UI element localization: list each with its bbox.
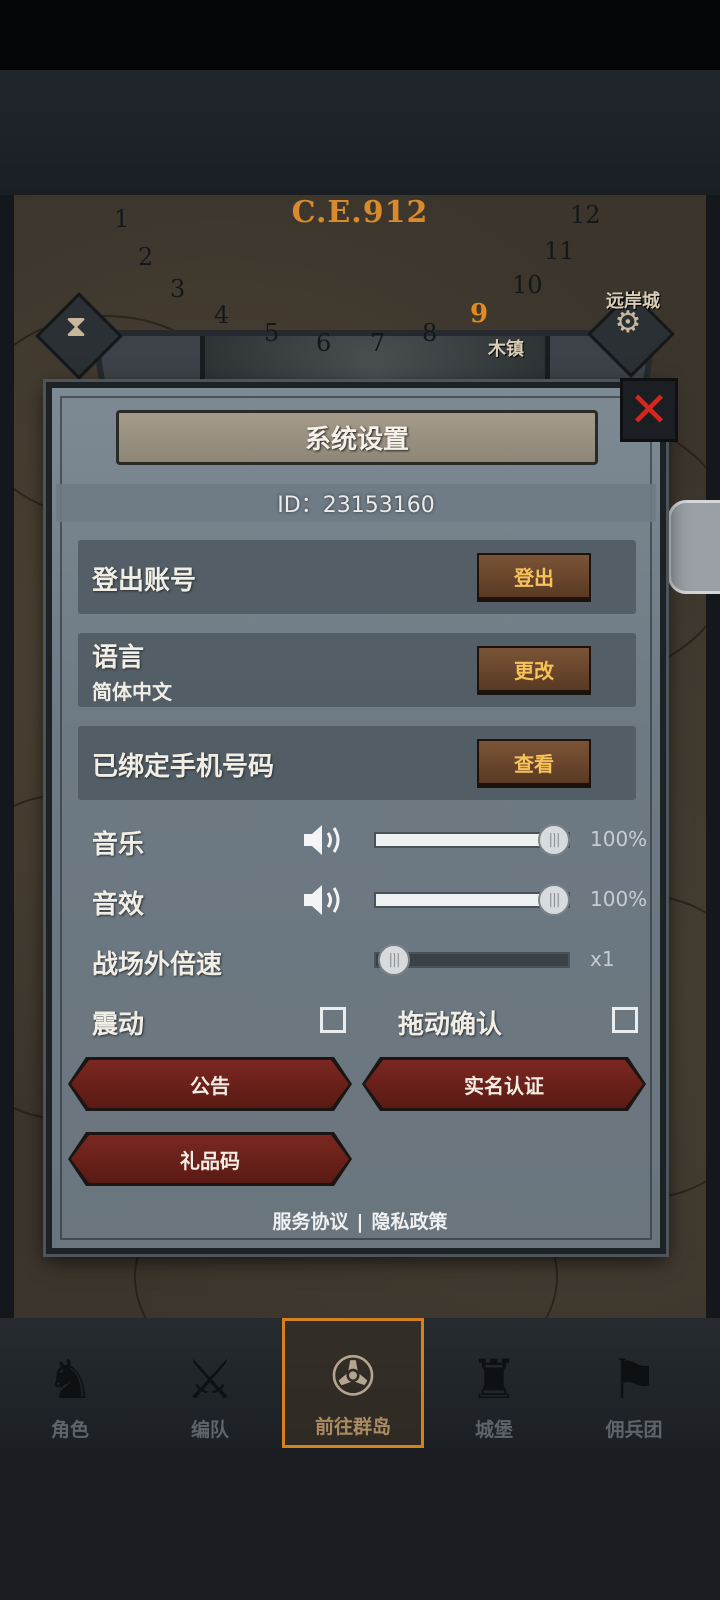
logout-label: 登出账号 bbox=[92, 566, 197, 596]
dial-number: 5 bbox=[264, 319, 280, 347]
dial-number: 4 bbox=[214, 301, 230, 329]
sfx-label: 音效 bbox=[92, 890, 145, 920]
vibration-label: 震动 bbox=[92, 1010, 145, 1040]
speaker-icon[interactable] bbox=[302, 882, 348, 918]
status-bar-area bbox=[0, 0, 720, 70]
music-slider-handle[interactable]: ||| bbox=[538, 824, 570, 856]
user-id: ID：23153160 bbox=[56, 484, 656, 522]
privacy-policy-link[interactable]: 隐私政策 bbox=[371, 1211, 447, 1233]
bottom-navigation: ♞ 角色 ⚔ 编队 ✇ 前往群岛 ♜ 城堡 ⚑ 佣兵团 bbox=[0, 1318, 720, 1448]
giftcode-button[interactable]: 礼品码 bbox=[71, 1135, 349, 1183]
language-value: 简体中文 bbox=[92, 680, 172, 704]
dial-number: 10 bbox=[512, 271, 543, 299]
change-language-button[interactable]: 更改 bbox=[477, 646, 591, 692]
nav-label: 角色 bbox=[50, 1419, 89, 1441]
nav-label: 前往群岛 bbox=[314, 1416, 391, 1438]
nav-tab-islands[interactable]: ✇ 前往群岛 bbox=[282, 1318, 424, 1448]
top-banner-area bbox=[0, 70, 720, 195]
phone-label: 已绑定手机号码 bbox=[92, 752, 275, 782]
sfx-slider-handle[interactable]: ||| bbox=[538, 884, 570, 916]
drag-confirm-label: 拖动确认 bbox=[398, 1010, 503, 1040]
close-icon: ✕ bbox=[628, 382, 670, 438]
dial-number: 1 bbox=[114, 205, 130, 233]
view-phone-button[interactable]: 查看 bbox=[477, 739, 591, 785]
city-label: 远岸城 bbox=[606, 291, 660, 312]
dial-number: 12 bbox=[570, 201, 601, 229]
logout-button[interactable]: 登出 bbox=[477, 553, 591, 599]
town-label: 木镇 bbox=[488, 339, 524, 360]
knight-helmet-icon: ♞ bbox=[45, 1348, 95, 1411]
service-agreement-link[interactable]: 服务协议 bbox=[273, 1211, 349, 1233]
vibration-checkbox[interactable] bbox=[320, 1007, 346, 1033]
formation-icon: ⚔ bbox=[185, 1348, 235, 1411]
language-label: 语言 bbox=[92, 643, 145, 673]
nav-label: 城堡 bbox=[474, 1419, 513, 1441]
compass-icon: ✇ bbox=[330, 1345, 376, 1408]
castle-icon: ♜ bbox=[469, 1348, 519, 1411]
side-floating-handle[interactable] bbox=[668, 500, 720, 594]
dial-number-active: 9 bbox=[470, 299, 489, 329]
sfx-value: 100% bbox=[590, 887, 648, 911]
mercenary-icon: ⚑ bbox=[609, 1348, 659, 1411]
dial-number: 11 bbox=[544, 237, 575, 265]
nav-tab-mercenary[interactable]: ⚑ 佣兵团 bbox=[564, 1318, 704, 1448]
nav-label: 佣兵团 bbox=[605, 1419, 663, 1441]
nav-tab-castle[interactable]: ♜ 城堡 bbox=[424, 1318, 564, 1448]
speed-value: x1 bbox=[590, 947, 615, 971]
dialog-title: 系统设置 bbox=[116, 410, 598, 465]
music-label: 音乐 bbox=[92, 830, 145, 860]
dial-number: 2 bbox=[138, 243, 154, 271]
drag-confirm-checkbox[interactable] bbox=[612, 1007, 638, 1033]
nav-label: 编队 bbox=[190, 1419, 229, 1441]
realname-button[interactable]: 实名认证 bbox=[365, 1060, 643, 1108]
speaker-icon[interactable] bbox=[302, 822, 348, 858]
nav-tab-formation[interactable]: ⚔ 编队 bbox=[140, 1318, 280, 1448]
dial-number: 3 bbox=[170, 275, 186, 303]
speed-slider-handle[interactable]: ||| bbox=[378, 944, 410, 976]
dial-number: 7 bbox=[370, 329, 386, 357]
nav-tab-character[interactable]: ♞ 角色 bbox=[0, 1318, 140, 1448]
close-button[interactable]: ✕ bbox=[620, 378, 678, 442]
speed-label: 战场外倍速 bbox=[92, 950, 223, 980]
dial-number: 6 bbox=[316, 329, 332, 357]
hourglass-icon: ⧗ bbox=[65, 309, 87, 344]
dial-number: 8 bbox=[422, 319, 438, 347]
notice-button[interactable]: 公告 bbox=[71, 1060, 349, 1108]
bottom-band bbox=[0, 1448, 720, 1600]
music-value: 100% bbox=[590, 827, 648, 851]
footer-links: 服务协议 | 隐私政策 bbox=[0, 1207, 720, 1234]
footer-separator: | bbox=[356, 1211, 364, 1233]
